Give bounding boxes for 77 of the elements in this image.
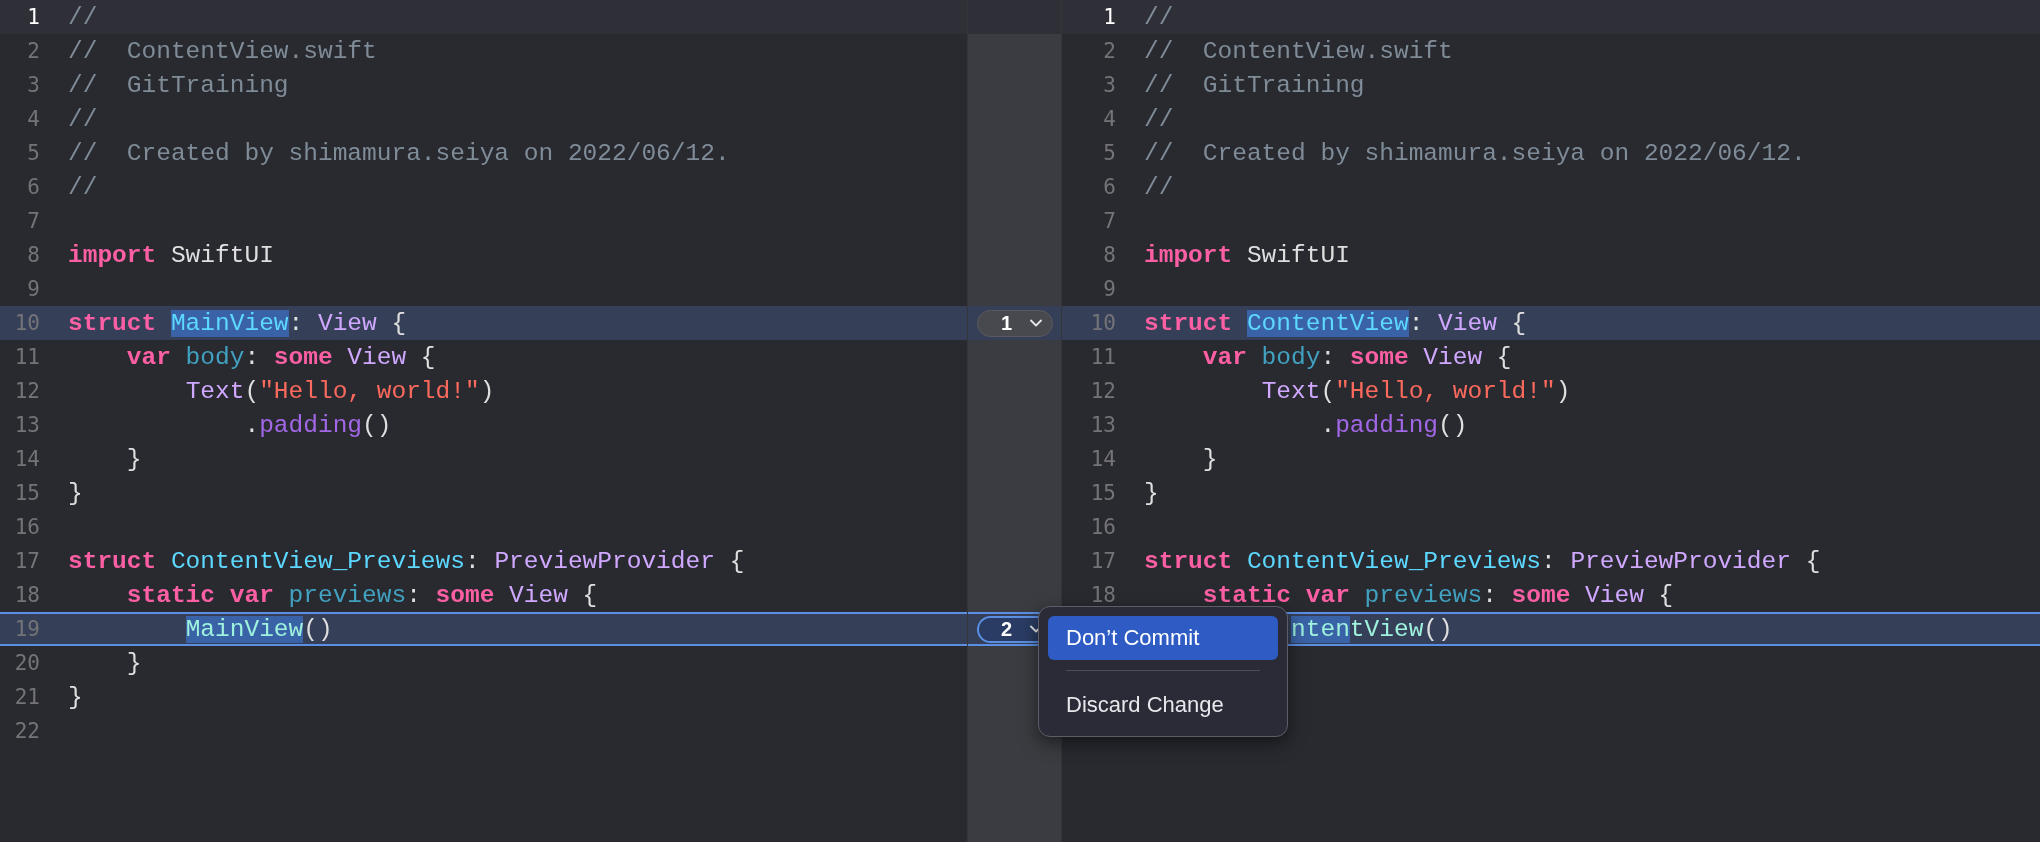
line-number: 17 xyxy=(1090,549,1116,573)
code-line: struct ContentView: View { xyxy=(1144,309,1527,337)
code-line: } xyxy=(68,683,83,711)
line-number: 4 xyxy=(27,107,40,131)
code-line: // ContentView.swift xyxy=(68,37,377,65)
code-line: // xyxy=(1144,105,1174,133)
code-line: } xyxy=(68,479,83,507)
code-line: // xyxy=(68,173,98,201)
code-line: } xyxy=(126,649,142,677)
line-number: 8 xyxy=(27,243,40,267)
line-number: 22 xyxy=(14,719,40,743)
line-number: 3 xyxy=(1103,73,1116,97)
change-marker[interactable]: 1 xyxy=(976,309,1053,337)
line-number: 7 xyxy=(27,209,40,233)
line-number: 18 xyxy=(14,583,40,607)
line-number: 14 xyxy=(1090,447,1116,471)
code-line: var body: some View { xyxy=(1202,343,1512,371)
code-line: // xyxy=(68,3,98,31)
line-number: 16 xyxy=(1090,515,1116,539)
code-line: import SwiftUI xyxy=(1144,241,1350,269)
code-line: .padding() xyxy=(244,411,392,439)
line-number: 4 xyxy=(1103,107,1116,131)
line-number: 17 xyxy=(14,549,40,573)
code-line: static var previews: some View { xyxy=(126,581,598,609)
code-line: import SwiftUI xyxy=(68,241,274,269)
code-line: var body: some View { xyxy=(126,343,436,371)
line-number: 9 xyxy=(1103,277,1116,301)
code-line: .padding() xyxy=(1320,411,1468,439)
line-number: 9 xyxy=(27,277,40,301)
line-number: 19 xyxy=(14,617,40,641)
line-number: 8 xyxy=(1103,243,1116,267)
line-number: 15 xyxy=(1090,481,1116,505)
line-number: 5 xyxy=(1103,141,1116,165)
line-number: 11 xyxy=(1090,345,1116,369)
line-number: 14 xyxy=(14,447,40,471)
line-number: 12 xyxy=(14,379,40,403)
code-line: struct ContentView_Previews: PreviewProvider { xyxy=(68,547,745,575)
line-number: 13 xyxy=(1090,413,1116,437)
code-line: // Created by shimamura.seiya on 2022/06/12. xyxy=(68,139,730,167)
menu-item[interactable]: Don’t Commit xyxy=(1048,616,1278,660)
line-number: 11 xyxy=(14,345,40,369)
code-line: // ContentView.swift xyxy=(1144,37,1453,65)
line-number: 12 xyxy=(1090,379,1116,403)
line-number: 2 xyxy=(1103,39,1116,63)
line-number: 6 xyxy=(1103,175,1116,199)
line-number: 1 xyxy=(27,5,40,29)
code-line: struct ContentView_Previews: PreviewProvider { xyxy=(1144,547,1821,575)
line-number: 7 xyxy=(1103,209,1116,233)
code-line: Text("Hello, world!") xyxy=(185,377,495,405)
code-line: // xyxy=(1144,173,1174,201)
code-line: // Created by shimamura.seiya on 2022/06/12. xyxy=(1144,139,1806,167)
line-number: 18 xyxy=(1090,583,1116,607)
code-line: // xyxy=(1144,3,1174,31)
code-line: } xyxy=(1144,479,1159,507)
code-line: } xyxy=(1202,445,1218,473)
code-line: // GitTraining xyxy=(1144,71,1365,99)
line-number: 15 xyxy=(14,481,40,505)
line-number: 1 xyxy=(1103,5,1116,29)
chevron-icon xyxy=(1030,319,1043,327)
line-number: 16 xyxy=(14,515,40,539)
code-line: static var previews: some View { xyxy=(1202,581,1674,609)
line-number: 3 xyxy=(27,73,40,97)
code-line: ntentView() xyxy=(1291,615,1453,643)
menu-item[interactable]: Discard Change xyxy=(1048,683,1278,727)
code-line: // xyxy=(68,105,98,133)
line-number: 6 xyxy=(27,175,40,199)
line-number: 5 xyxy=(27,141,40,165)
line-number: 20 xyxy=(14,651,40,675)
line-number: 13 xyxy=(14,413,40,437)
code-line: struct MainView: View { xyxy=(68,309,407,337)
line-number: 2 xyxy=(27,39,40,63)
line-number: 21 xyxy=(14,685,40,709)
code-line: } xyxy=(126,445,142,473)
line-number: 10 xyxy=(14,311,40,335)
code-line: // GitTraining xyxy=(68,71,289,99)
code-line: Text("Hello, world!") xyxy=(1261,377,1571,405)
line-number: 10 xyxy=(1090,311,1116,335)
